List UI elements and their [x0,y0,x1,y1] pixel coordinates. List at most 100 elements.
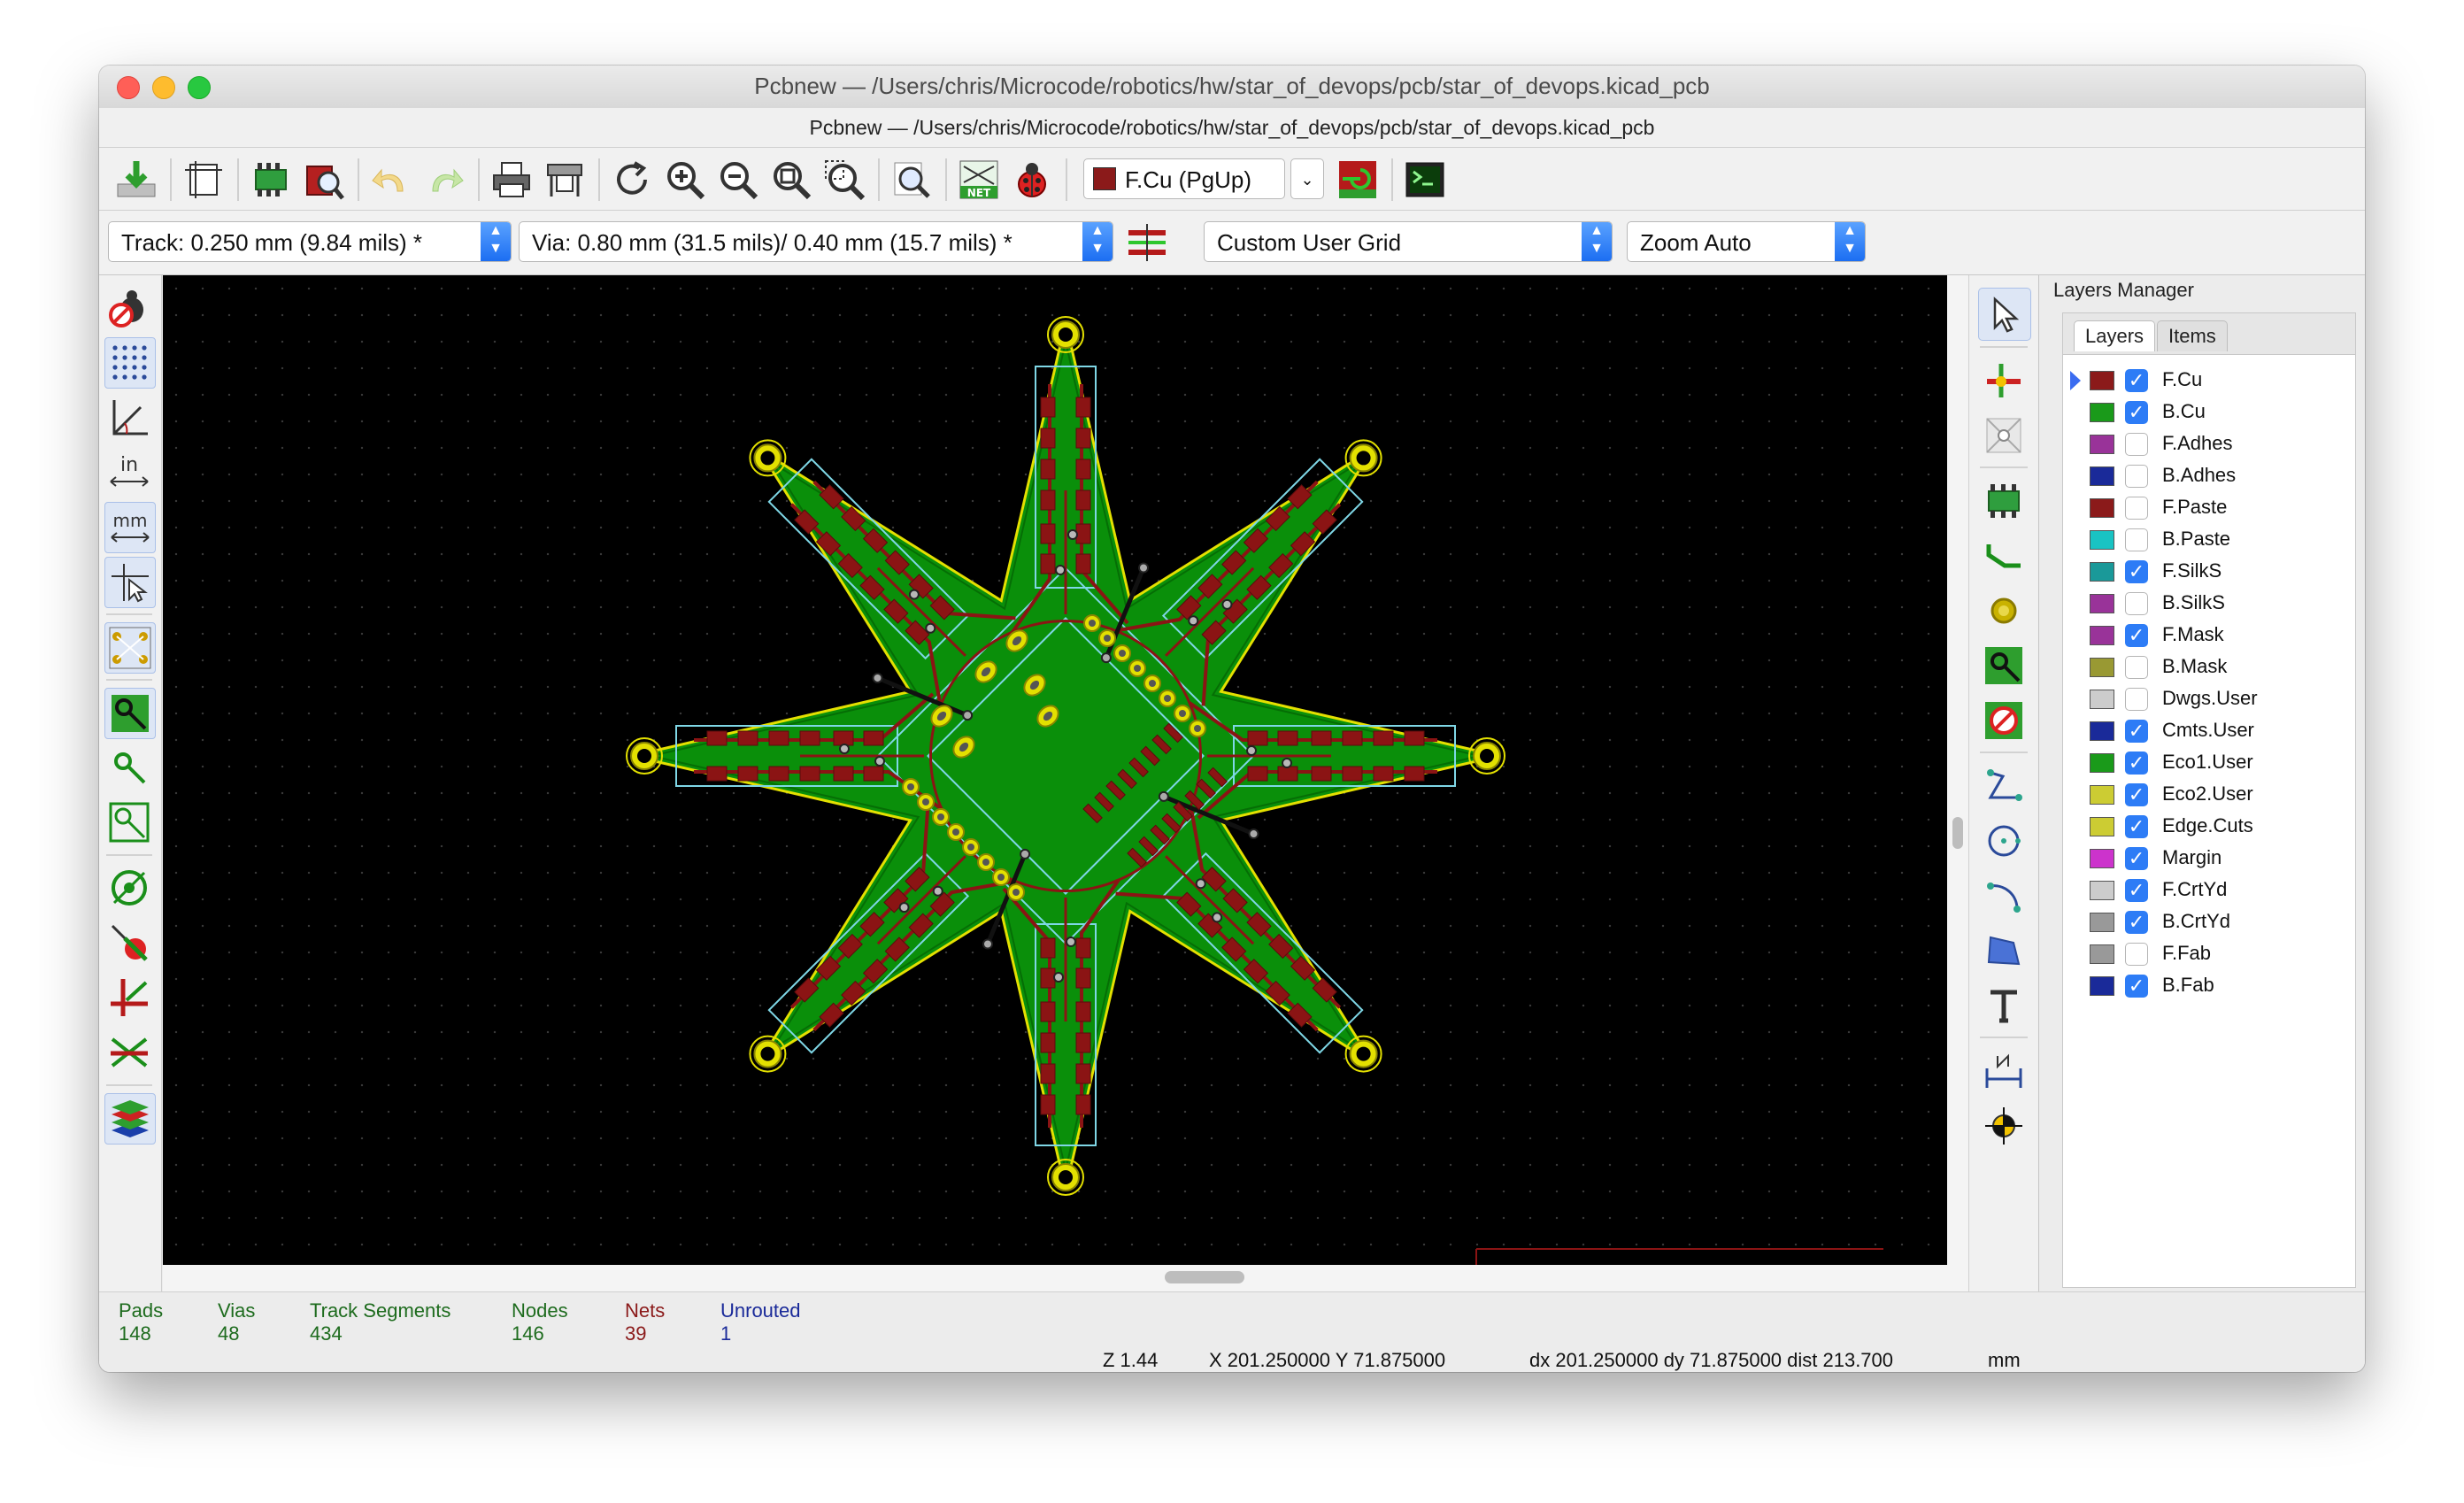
show-zones-outline-toggle[interactable] [104,743,154,792]
layer-row[interactable]: B.Paste [2063,524,2355,556]
local-ratsnest-button[interactable] [1978,410,2029,461]
draw-circle-button[interactable] [1978,815,2029,867]
polar-coords-toggle[interactable] [104,392,154,442]
drc-button[interactable] [1007,155,1057,204]
layer-visibility-checkbox[interactable] [2125,656,2148,679]
page-settings-button[interactable] [179,155,228,204]
layer-color-swatch[interactable] [2090,817,2114,836]
layer-visibility-checkbox[interactable]: ✓ [2125,560,2148,583]
layer-color-swatch[interactable] [2090,849,2114,868]
layer-visibility-checkbox[interactable]: ✓ [2125,720,2148,743]
layer-row[interactable]: F.Fab [2063,938,2355,970]
add-keepout-button[interactable] [1978,695,2029,746]
layer-visibility-checkbox[interactable] [2125,465,2148,488]
layer-visibility-checkbox[interactable]: ✓ [2125,783,2148,806]
footprint-editor-button[interactable] [246,155,296,204]
layer-row[interactable]: ✓ Margin [2063,843,2355,875]
plot-button[interactable] [540,155,589,204]
layer-visibility-checkbox[interactable]: ✓ [2125,752,2148,775]
layer-visibility-checkbox[interactable]: ✓ [2125,879,2148,902]
layer-row[interactable]: ✓ Cmts.User [2063,715,2355,747]
layer-row[interactable]: ✓ Eco2.User [2063,779,2355,811]
draw-line-button[interactable] [1978,760,2029,812]
layer-visibility-checkbox[interactable]: ✓ [2125,815,2148,838]
layer-color-swatch[interactable] [2090,626,2114,645]
zoom-selection-button[interactable] [820,155,869,204]
layer-row[interactable]: ✓ F.SilkS [2063,556,2355,588]
netlist-button[interactable]: NET [954,155,1004,204]
zoom-fit-button[interactable] [766,155,816,204]
zoom-in-button[interactable] [660,155,710,204]
layer-color-swatch[interactable] [2090,466,2114,486]
layers-manager-toggle[interactable] [104,1093,156,1145]
ratsnest-toggle[interactable] [104,622,156,674]
layer-pair-button[interactable] [1333,155,1382,204]
layer-visibility-checkbox[interactable]: ✓ [2125,847,2148,870]
pad-sketch-toggle[interactable] [104,863,154,913]
layer-color-swatch[interactable] [2090,721,2114,741]
auto-track-width-button[interactable] [1122,218,1172,267]
layer-dropdown-button[interactable]: ⌄ [1290,158,1324,199]
redraw-button[interactable] [607,155,657,204]
layer-visibility-checkbox[interactable]: ✓ [2125,401,2148,424]
layer-color-swatch[interactable] [2090,690,2114,709]
grid-toggle[interactable] [104,337,156,389]
highlight-net-button[interactable] [1978,355,2029,406]
layer-color-swatch[interactable] [2090,753,2114,773]
grid-select[interactable]: Custom User Grid ▲ ▼ [1204,221,1613,262]
layer-visibility-checkbox[interactable] [2125,497,2148,520]
full-crosshair-toggle[interactable] [104,557,156,608]
drc-off-toggle[interactable] [104,282,154,332]
track-width-select[interactable]: Track: 0.250 mm (9.84 mils) * ▲ ▼ [108,221,512,262]
tab-items[interactable]: Items [2157,320,2228,351]
print-button[interactable] [487,155,536,204]
add-via-button[interactable] [1978,585,2029,636]
undo-button[interactable] [366,155,416,204]
redo-button[interactable] [420,155,469,204]
layer-row[interactable]: ✓ B.CrtYd [2063,906,2355,938]
find-button[interactable] [887,155,936,204]
layer-row[interactable]: ✓ F.Mask [2063,620,2355,651]
layer-row[interactable]: F.Adhes [2063,428,2355,460]
via-size-select[interactable]: Via: 0.80 mm (31.5 mils)/ 0.40 mm (15.7 … [519,221,1113,262]
units-mm-toggle[interactable]: mm [104,502,156,553]
layer-row[interactable]: ✓ F.Cu [2063,365,2355,397]
layer-color-swatch[interactable] [2090,976,2114,996]
add-zone-button[interactable] [1978,640,2029,691]
layer-row[interactable]: F.Paste [2063,492,2355,524]
layer-color-swatch[interactable] [2090,371,2114,390]
layer-visibility-checkbox[interactable]: ✓ [2125,624,2148,647]
add-text-button[interactable] [1978,980,2029,1031]
layer-row[interactable]: B.Mask [2063,651,2355,683]
save-board-button[interactable] [112,155,161,204]
layer-row[interactable]: ✓ Eco1.User [2063,747,2355,779]
units-inch-toggle[interactable]: in [104,447,154,497]
layer-color-swatch[interactable] [2090,498,2114,518]
layer-visibility-checkbox[interactable] [2125,592,2148,615]
footprint-viewer-button[interactable] [299,155,349,204]
horizontal-scrollbar[interactable] [163,1265,1947,1291]
tab-layers[interactable]: Layers [2074,320,2156,351]
layer-row[interactable]: ✓ B.Fab [2063,970,2355,1002]
layer-color-swatch[interactable] [2090,403,2114,422]
layer-visibility-checkbox[interactable] [2125,528,2148,551]
via-sketch-toggle[interactable] [104,918,154,967]
add-footprint-button[interactable] [1978,475,2029,527]
layer-visibility-checkbox[interactable]: ✓ [2125,911,2148,934]
layer-row[interactable]: Dwgs.User [2063,683,2355,715]
layer-visibility-checkbox[interactable]: ✓ [2125,369,2148,392]
layer-visibility-checkbox[interactable]: ✓ [2125,975,2148,998]
layer-color-swatch[interactable] [2090,562,2114,582]
track-sketch-toggle[interactable] [104,973,154,1022]
high-contrast-toggle[interactable] [104,1028,154,1077]
layer-color-swatch[interactable] [2090,913,2114,932]
select-tool-button[interactable] [1978,288,2031,341]
set-origin-button[interactable] [1978,1100,2029,1152]
draw-polygon-button[interactable] [1978,925,2029,976]
pcb-canvas[interactable] [163,275,1947,1265]
layer-color-swatch[interactable] [2090,785,2114,805]
layer-color-swatch[interactable] [2090,658,2114,677]
layer-row[interactable]: ✓ F.CrtYd [2063,875,2355,906]
show-zones-sketch-toggle[interactable] [104,798,154,847]
layer-visibility-checkbox[interactable] [2125,688,2148,711]
